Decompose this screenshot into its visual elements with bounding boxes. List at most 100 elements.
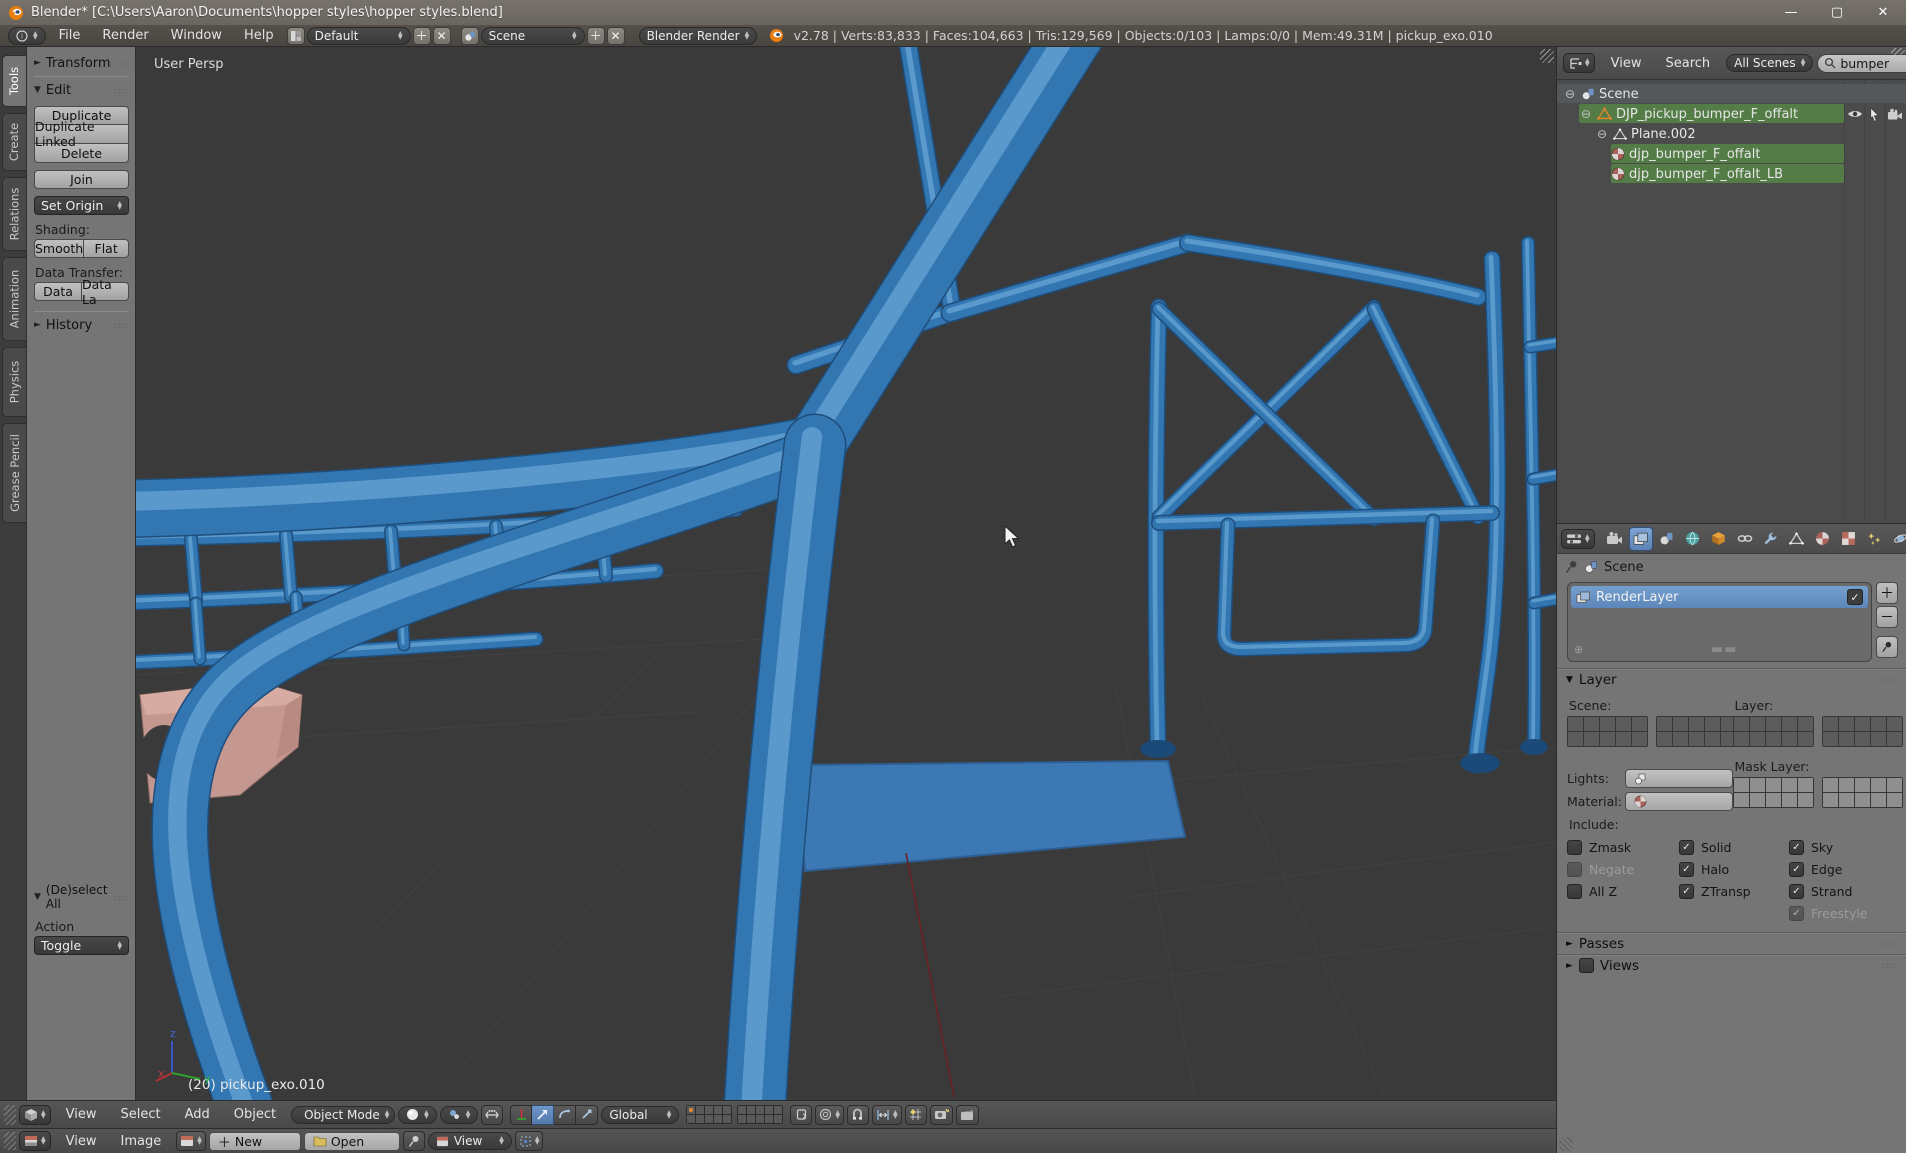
image-browse-button[interactable]: ▲▼	[176, 1131, 206, 1151]
layer-cell[interactable]	[1798, 732, 1813, 746]
data-button[interactable]: Data	[34, 282, 82, 301]
layer-cell[interactable]	[1689, 732, 1704, 746]
layer-cell[interactable]	[1616, 717, 1631, 731]
views-panel-header[interactable]: ►Views::::	[1557, 954, 1906, 976]
layer-cell[interactable]	[1823, 778, 1838, 792]
layer-cell[interactable]	[1657, 732, 1672, 746]
menu-render[interactable]: Render	[91, 28, 159, 43]
properties-tab-render-camera[interactable]	[1603, 527, 1627, 551]
layer-cell[interactable]	[1887, 732, 1902, 746]
pin-icon[interactable]	[1565, 560, 1578, 574]
properties-tab-object-data[interactable]	[1785, 527, 1809, 551]
include-ztransp-checkbox[interactable]: ✓ZTransp	[1679, 880, 1789, 902]
layer-cell[interactable]	[1734, 778, 1749, 792]
layer-cell[interactable]	[1584, 717, 1599, 731]
layer-cell[interactable]	[687, 1106, 695, 1114]
layer-cell[interactable]	[1839, 717, 1854, 731]
outliner-row-plane-002[interactable]: ⊖Plane.002	[1557, 124, 1906, 144]
include-freestyle-checkbox[interactable]: ✓Freestyle	[1789, 902, 1901, 924]
layer-cell[interactable]	[1887, 793, 1902, 807]
expander-icon[interactable]: ⊖	[1563, 87, 1577, 101]
properties-tab-constraints[interactable]	[1733, 527, 1757, 551]
layer-cell[interactable]	[1887, 717, 1902, 731]
render-layer-enable-checkbox[interactable]: ✓	[1847, 589, 1863, 605]
menu-file[interactable]: File	[48, 28, 92, 43]
layer-cell[interactable]	[774, 1115, 782, 1123]
menu-window[interactable]: Window	[160, 28, 233, 43]
layer-cell[interactable]	[756, 1106, 764, 1114]
lights-override-field[interactable]	[1625, 769, 1733, 788]
layer-cell[interactable]	[1689, 717, 1704, 731]
layer-cell[interactable]	[1855, 717, 1870, 731]
minimize-button[interactable]: —	[1768, 0, 1814, 25]
scale-manipulator-button[interactable]	[576, 1105, 598, 1125]
layer-cell[interactable]	[1871, 778, 1886, 792]
shelf-tab-grease-pencil[interactable]: Grease Pencil	[2, 423, 26, 523]
shelf-tab-create[interactable]: Create	[2, 113, 26, 171]
properties-editor-type-button[interactable]: ▲▼	[1561, 529, 1595, 549]
image-view-mode-selector[interactable]: View▲▼	[428, 1132, 512, 1150]
layer-cell[interactable]	[1871, 717, 1886, 731]
layer-cell[interactable]	[1616, 732, 1631, 746]
layer-cell[interactable]	[1600, 732, 1615, 746]
outliner-row-djp-bumper-f-offalt[interactable]: djp_bumper_F_offalt	[1557, 144, 1906, 164]
view3d-menu-add[interactable]: Add	[173, 1107, 222, 1122]
image-editor-type-button[interactable]: ▲▼	[19, 1131, 51, 1151]
transform-panel-header[interactable]: ►Transform::::	[34, 53, 129, 73]
opengl-render-animation-button[interactable]	[956, 1105, 979, 1125]
layer-cell[interactable]	[714, 1115, 722, 1123]
expander-icon[interactable]: ⊖	[1579, 107, 1593, 121]
remove-render-layer-button[interactable]: －	[1876, 606, 1898, 628]
visible-layers-grid-a[interactable]	[1733, 716, 1814, 747]
snap-toggle-button[interactable]	[847, 1105, 869, 1125]
shelf-tab-relations[interactable]: Relations	[2, 177, 26, 251]
mask-layers-grid-b[interactable]	[1822, 777, 1903, 808]
renderable-camera-icon[interactable]	[1887, 108, 1903, 121]
layer-cell[interactable]	[696, 1106, 704, 1114]
lock-to-scene-button[interactable]	[790, 1105, 812, 1125]
layer-cell[interactable]	[1766, 732, 1781, 746]
set-origin-dropdown[interactable]: Set Origin▲▼	[34, 196, 129, 215]
duplicate-linked-button[interactable]: Duplicate Linked	[34, 125, 129, 144]
filter-add-icon[interactable]: ⊕	[1574, 643, 1583, 656]
image-pivot-button[interactable]: ▲▼	[515, 1131, 544, 1151]
layer-cell[interactable]	[696, 1115, 704, 1123]
delete-screen-layout-button[interactable]: ✕	[433, 27, 451, 45]
manipulator-toggle-button[interactable]	[510, 1105, 532, 1125]
layer-cell[interactable]	[1734, 717, 1749, 731]
properties-tab-physics[interactable]	[1889, 527, 1906, 551]
add-screen-layout-button[interactable]: ＋	[413, 27, 431, 45]
layer-cell[interactable]	[1798, 778, 1813, 792]
add-render-layer-button[interactable]: ＋	[1876, 582, 1898, 604]
layer-cell[interactable]	[1839, 778, 1854, 792]
layer-cell[interactable]	[1734, 732, 1749, 746]
image-new-button[interactable]: ＋New	[209, 1132, 301, 1151]
expander-icon[interactable]: ⊖	[1595, 127, 1609, 141]
history-panel-header[interactable]: ►History::::	[34, 315, 129, 335]
properties-tab-modifiers[interactable]	[1759, 527, 1783, 551]
layer-cell[interactable]	[738, 1106, 746, 1114]
layer-cell[interactable]	[723, 1106, 731, 1114]
scene-browse-button[interactable]	[461, 27, 479, 45]
proportional-edit-selector[interactable]: ▲▼	[815, 1105, 844, 1125]
translate-manipulator-button[interactable]	[532, 1105, 554, 1125]
scene-layers-grid-b[interactable]	[1656, 716, 1737, 747]
image-menu-view[interactable]: View	[54, 1134, 109, 1149]
shelf-tab-animation[interactable]: Animation	[2, 257, 26, 341]
view3d-editor-type-button[interactable]: ▲▼	[19, 1105, 51, 1125]
snap-element-selector[interactable]: ▲▼	[872, 1105, 902, 1125]
layer-cell[interactable]	[1782, 793, 1797, 807]
layer-cell[interactable]	[687, 1115, 695, 1123]
include-negate-checkbox[interactable]: Negate	[1567, 858, 1679, 880]
layer-cell[interactable]	[1766, 793, 1781, 807]
passes-panel-header[interactable]: ►Passes::::	[1557, 932, 1906, 954]
layer-cell[interactable]	[747, 1106, 755, 1114]
region-corner-widget[interactable]	[1540, 49, 1554, 63]
viewport-3d[interactable]: User Persp (20) pickup_exo.010 z x y	[136, 47, 1556, 1100]
image-pin-button[interactable]	[403, 1131, 425, 1151]
properties-tab-render-layers[interactable]	[1629, 527, 1653, 551]
scene-selector[interactable]: Scene▲▼	[481, 27, 585, 45]
layer-cell[interactable]	[1823, 793, 1838, 807]
layer-cell[interactable]	[1782, 732, 1797, 746]
pivot-align-toggle[interactable]	[481, 1105, 503, 1125]
